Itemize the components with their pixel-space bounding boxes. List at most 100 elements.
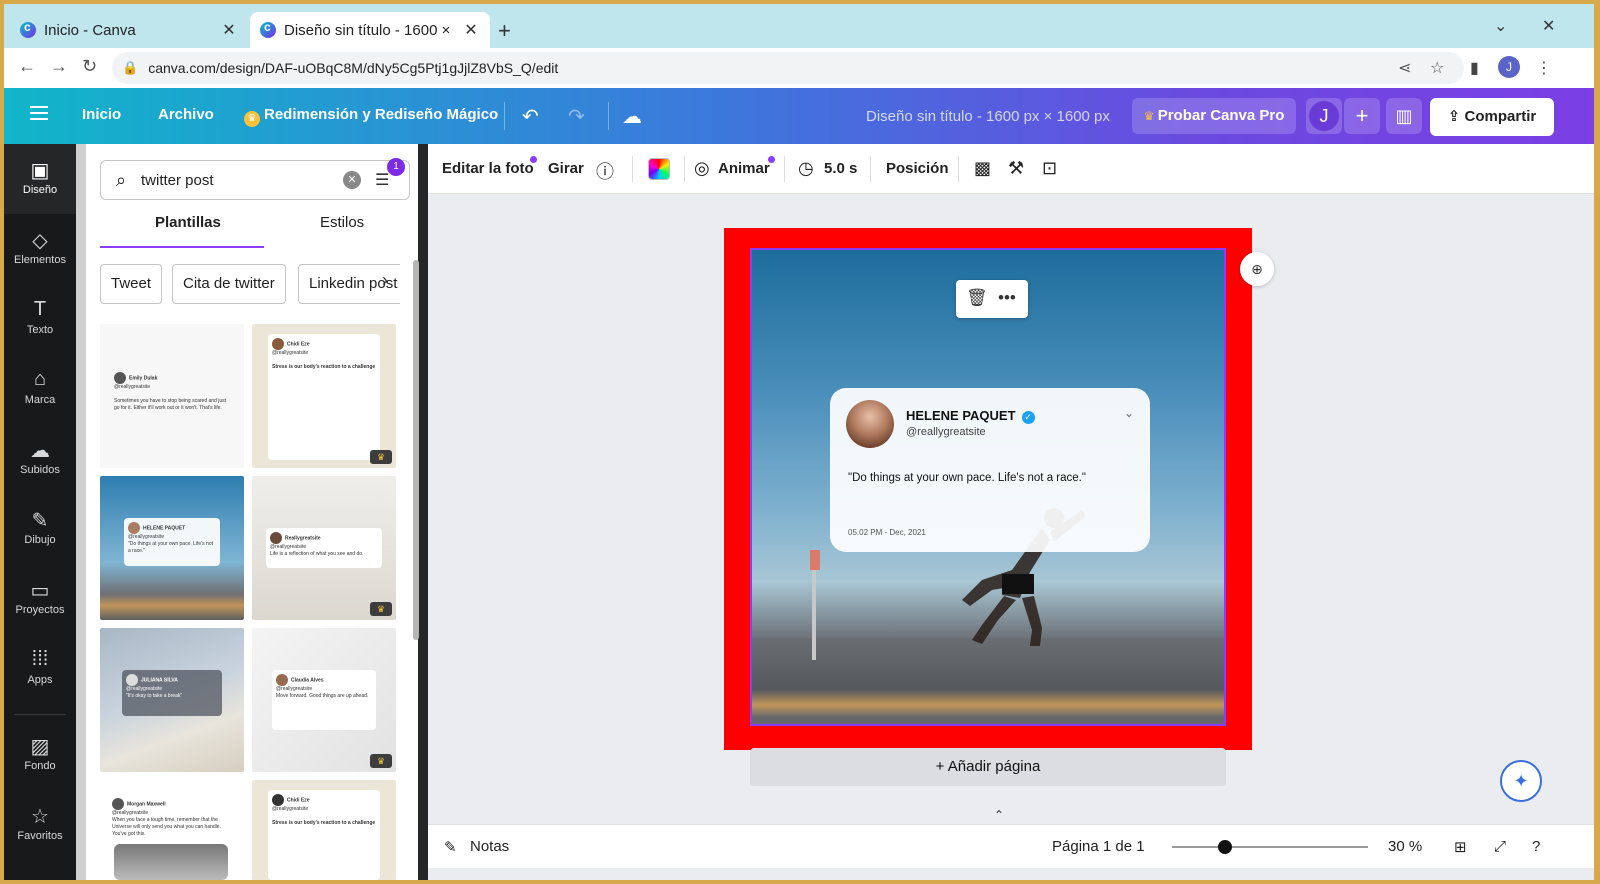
tab-plantillas[interactable]: Plantillas <box>155 214 221 231</box>
animate-button[interactable]: Animar <box>718 160 770 177</box>
rail-item-proyectos[interactable]: ▭ Proyectos <box>4 564 76 634</box>
forward-icon[interactable]: → <box>50 56 68 77</box>
page-indicator[interactable]: Página 1 de 1 <box>1052 838 1145 855</box>
rail-label: Dibujo <box>24 534 56 546</box>
rail-item-marca[interactable]: ⌂ Marca <box>4 354 76 424</box>
rail-item-elementos[interactable]: ◇ Elementos <box>4 214 76 284</box>
back-icon[interactable]: ← <box>18 56 36 77</box>
template-avatar <box>128 522 140 534</box>
rail-label: Diseño <box>22 184 58 196</box>
toolbar-divider <box>632 156 633 182</box>
position-button[interactable]: Posición <box>886 160 949 177</box>
zoom-level[interactable]: 30 % <box>1388 838 1422 855</box>
template-thumbnail[interactable]: JULIANA SILVA @reallygreatsite "It's oka… <box>100 628 244 772</box>
rail-divider <box>14 714 66 715</box>
lock-icon[interactable]: ⊡ <box>1042 158 1057 179</box>
new-tab-icon[interactable]: + <box>498 18 511 44</box>
notes-button[interactable]: Notas <box>470 838 509 855</box>
duration-button[interactable]: 5.0 s <box>824 160 857 177</box>
tab-estilos[interactable]: Estilos <box>320 214 364 231</box>
try-pro-button[interactable]: ♛ Probar Canva Pro <box>1132 98 1296 134</box>
paint-roller-icon[interactable]: ⚒ <box>1008 158 1024 179</box>
menu-archivo[interactable]: Archivo <box>158 106 214 123</box>
close-tab-icon[interactable]: ✕ <box>462 20 480 40</box>
help-icon[interactable]: ? <box>1532 838 1540 855</box>
template-search[interactable]: ⌕ twitter post ✕ ☰ 1 <box>100 158 410 200</box>
track-ground <box>752 638 1224 724</box>
rail-item-apps[interactable]: ⁞⁞⁞ Apps <box>4 634 76 704</box>
rail-item-texto[interactable]: T Texto <box>4 284 76 354</box>
zoom-slider[interactable] <box>1172 846 1368 848</box>
transparency-icon[interactable]: ▩ <box>974 158 991 179</box>
template-thumbnail[interactable]: Chidi Eze @reallygreatsite Stress is our… <box>252 780 396 880</box>
rail-item-favoritos[interactable]: ☆ Favoritos <box>4 790 76 860</box>
grid-view-icon[interactable]: ⊞ <box>1454 838 1467 856</box>
zoom-slider-thumb[interactable] <box>1218 840 1232 854</box>
panel-content: ⌕ twitter post ✕ ☰ 1 Plantillas Estilos T… <box>86 144 420 880</box>
clock-icon: ◷ <box>798 158 814 178</box>
user-avatar[interactable]: J <box>1306 98 1342 134</box>
magic-resize-button[interactable]: ♛ Redimensión y Rediseño Mágico <box>244 106 498 127</box>
share-page-icon[interactable]: ⋖ <box>1398 58 1411 78</box>
rail-item-dibujo[interactable]: ✎ Dibujo <box>4 494 76 564</box>
info-icon[interactable]: ⓘ <box>596 158 614 184</box>
tweet-card[interactable]: HELENE PAQUET ✓ @reallygreatsite ⌄ "Do th… <box>830 388 1150 552</box>
rail-item-fondo[interactable]: ▨ Fondo <box>4 720 76 790</box>
magic-sparkle-icon[interactable]: ✦ <box>1500 760 1542 802</box>
browser-tab-design[interactable]: Diseño sin título - 1600 × ✕ <box>250 12 490 48</box>
insights-chart-icon[interactable]: ▥ <box>1386 98 1422 134</box>
browser-menu-icon[interactable]: ⋮ <box>1536 58 1552 78</box>
url-text: canva.com/design/DAF-uOBqC8M/dNy5Cg5Ptj1… <box>148 60 559 76</box>
more-options-icon[interactable]: ••• <box>998 288 1016 308</box>
template-thumbnail[interactable]: Emily Dulak @reallygreatsite Sometimes y… <box>100 324 244 468</box>
design-page[interactable]: HELENE PAQUET ✓ @reallygreatsite ⌄ "Do th… <box>750 248 1226 726</box>
rail-item-subidos[interactable]: ☁ Subidos <box>4 424 76 494</box>
rotate-button[interactable]: Girar <box>548 160 584 177</box>
edit-photo-button[interactable]: Editar la foto <box>442 160 534 177</box>
redo-icon[interactable]: ↷ <box>568 104 585 129</box>
tab-search-chevron-icon[interactable]: ⌄ <box>1494 16 1507 36</box>
pro-crown-icon: ♛ <box>370 754 392 768</box>
filter-icon[interactable]: ☰ 1 <box>375 158 405 190</box>
close-tab-icon[interactable]: ✕ <box>220 20 238 40</box>
undo-icon[interactable]: ↶ <box>522 104 539 129</box>
add-collaborator-button[interactable]: + <box>1344 98 1380 134</box>
menu-inicio[interactable]: Inicio <box>82 106 121 123</box>
template-thumbnail[interactable]: Claudia Alves @reallygreatsite Move forw… <box>252 628 396 772</box>
profile-avatar[interactable]: J <box>1498 56 1520 78</box>
template-thumbnail[interactable]: HELENE PAQUET @reallygreatsite "Do thing… <box>100 476 244 620</box>
template-text: When you face a tough time, remember tha… <box>112 817 221 837</box>
template-thumbnail[interactable]: Reallygreatsite @reallygreatsite Life is… <box>252 476 396 620</box>
search-input[interactable]: twitter post <box>141 172 343 189</box>
trash-icon[interactable]: 🗑 <box>966 288 988 308</box>
browser-tab-inicio[interactable]: Inicio - Canva ✕ <box>10 12 248 48</box>
template-name: Chidi Eze <box>287 797 310 804</box>
color-picker-swatch[interactable] <box>648 158 670 180</box>
chip-tweet[interactable]: Tweet <box>100 264 163 304</box>
template-text: "It's okay to take a break" <box>126 693 183 699</box>
reload-icon[interactable]: ↻ <box>82 56 97 77</box>
template-thumbnail[interactable]: Chidi Eze @reallygreatsite Stress is our… <box>252 324 396 468</box>
panel-scrollbar[interactable] <box>412 248 420 878</box>
chips-next-arrow-icon[interactable]: › <box>382 270 388 291</box>
close-window-icon[interactable]: ✕ <box>1542 16 1555 36</box>
url-bar[interactable]: 🔒 canva.com/design/DAF-uOBqC8M/dNy5Cg5Pt… <box>112 52 1464 84</box>
apps-grid-icon: ⁞⁞⁞ <box>31 648 49 670</box>
chip-cita-de-twitter[interactable]: Cita de twitter <box>172 264 286 304</box>
template-thumbnail[interactable]: Morgan Maxwell @reallygreatsite When you… <box>100 780 244 880</box>
rail-item-diseno[interactable]: ▣ Diseño <box>4 144 76 214</box>
tab-title: Inicio - Canva <box>44 21 136 39</box>
scrollbar-thumb[interactable] <box>413 260 419 640</box>
share-button[interactable]: ⇪ Compartir <box>1430 98 1554 136</box>
design-title[interactable]: Diseño sin título - 1600 px × 1600 px <box>866 108 1110 125</box>
add-comment-icon[interactable]: ⊕ <box>1240 252 1274 286</box>
fullscreen-icon[interactable]: ⤢ <box>1494 838 1506 855</box>
bookmark-star-icon[interactable]: ☆ <box>1430 58 1444 78</box>
cloud-saved-icon[interactable]: ☁ <box>622 104 642 129</box>
rail-scrollbar[interactable] <box>76 144 86 880</box>
side-panel-icon[interactable]: ▮ <box>1470 58 1479 78</box>
chevron-up-icon[interactable]: ⌃ <box>984 808 1014 824</box>
clear-search-icon[interactable]: ✕ <box>343 171 361 189</box>
hamburger-menu-icon[interactable] <box>30 106 48 120</box>
add-page-button[interactable]: + Añadir página <box>750 748 1226 786</box>
